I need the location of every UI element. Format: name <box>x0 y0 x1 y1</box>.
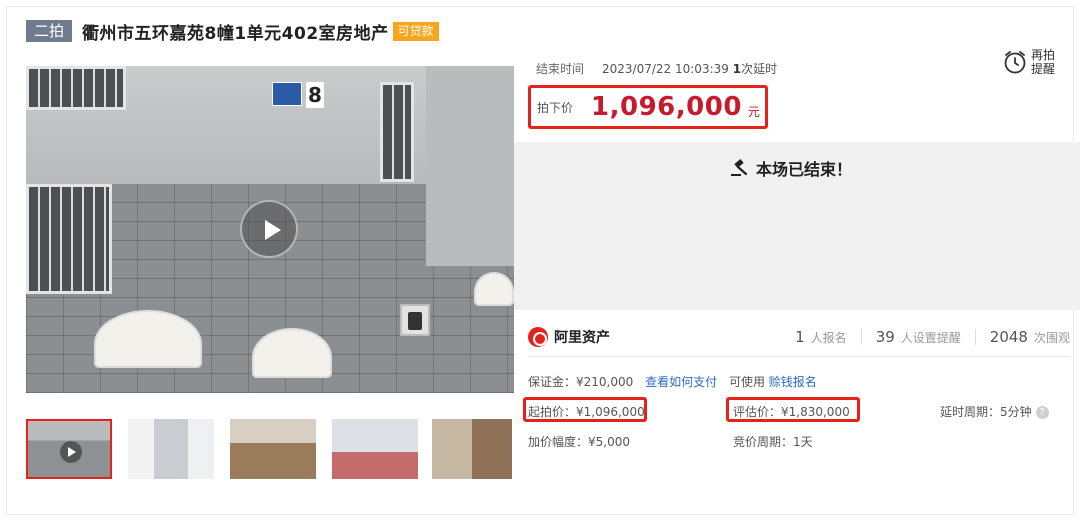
thumbnail-image[interactable] <box>128 419 214 479</box>
view-label: 次围观 <box>1033 330 1070 345</box>
thumbnail-video[interactable] <box>26 419 112 479</box>
start-price: 起拍价：¥1,096,000 <box>528 405 645 419</box>
ended-text: 本场已结束！ <box>756 160 853 179</box>
end-time-label: 结束时间 <box>536 62 585 76</box>
round-tag: 二拍 <box>26 20 73 42</box>
title-row: 二拍 衢州市五环嘉苑8幢1单元402室房地产 可贷款 <box>26 18 439 44</box>
delay-count: 1 <box>732 62 742 76</box>
ali-assets-logo-icon <box>528 327 548 347</box>
deposit: 保证金：¥210,000 <box>528 375 634 389</box>
brand-stats-row: 阿里资产 1 人报名 39 人设置提醒 2048 次围观 <box>528 324 1070 350</box>
stat-divider <box>974 329 976 345</box>
wall-sign <box>474 272 514 306</box>
play-video-icon[interactable] <box>240 200 298 258</box>
thumbnail-image[interactable] <box>230 419 316 479</box>
stat-divider <box>860 329 862 345</box>
end-time-value: 2023/07/22 10:03:39 <box>602 62 729 76</box>
delay-period-row: 延时周期：5分钟? <box>940 403 1049 420</box>
usable-label: 可使用 <box>728 375 765 389</box>
final-price-box: 拍下价 1,096,000 元 <box>528 85 768 129</box>
brand-name: 阿里资产 <box>554 330 610 346</box>
play-icon <box>60 441 82 463</box>
help-icon[interactable]: ? <box>1035 406 1049 419</box>
main-property-image[interactable]: 8 <box>26 66 514 393</box>
thumbnail-image[interactable] <box>432 419 512 479</box>
auction-status-area: 本场已结束！ <box>514 142 1080 310</box>
end-time-detail: 2023/07/22 10:03:39 1次延时 <box>602 60 777 77</box>
rebid-reminder-button[interactable]: 再拍提醒 <box>1003 48 1059 76</box>
final-price-label: 拍下价 <box>537 100 574 115</box>
increment: 加价幅度：¥5,000 <box>528 435 630 449</box>
window-top-right <box>380 82 414 182</box>
wall-sign <box>252 328 332 378</box>
final-price: 1,096,000 <box>591 92 742 122</box>
earn-signup-link[interactable]: 赊钱报名 <box>769 375 817 389</box>
divider <box>528 356 1070 357</box>
auction-ended-message: 本场已结束！ <box>730 156 852 180</box>
how-to-pay-link[interactable]: 查看如何支付 <box>645 375 717 389</box>
lot-title: 衢州市五环嘉苑8幢1单元402室房地产 <box>82 23 389 44</box>
gavel-icon <box>731 159 748 176</box>
loan-tag[interactable]: 可贷款 <box>392 21 439 41</box>
window-top-left <box>26 66 126 110</box>
house-number: 8 <box>306 82 324 108</box>
delay-label: 次延时 <box>741 62 778 76</box>
reminder-label: 再拍提醒 <box>1031 48 1056 76</box>
thumbnail-image[interactable] <box>332 419 418 479</box>
wall-sign <box>94 310 202 368</box>
end-time-row: 结束时间 2023/07/22 10:03:39 1次延时 <box>536 60 777 77</box>
reminder-count: 39 <box>875 328 895 346</box>
view-count: 2048 <box>989 328 1028 346</box>
appraisal-price: 评估价：¥1,830,000 <box>733 405 850 419</box>
alarm-clock-icon <box>1004 51 1026 74</box>
window-left <box>26 184 112 294</box>
stats: 1 人报名 39 人设置提醒 2048 次围观 <box>795 328 1070 346</box>
side-wall <box>426 66 514 266</box>
delay-period: 延时周期：5分钟 <box>940 405 1032 419</box>
deposit-row: 保证金：¥210,000 查看如何支付 可使用 赊钱报名 <box>528 373 817 390</box>
address-plate <box>272 82 302 106</box>
reminder-count-label: 人设置提醒 <box>900 330 961 345</box>
signup-label: 人报名 <box>810 330 847 345</box>
signup-count: 1 <box>795 328 805 346</box>
bid-period: 竞价周期：1天 <box>733 435 813 449</box>
price-unit: 元 <box>747 104 760 119</box>
ac-unit <box>400 304 430 336</box>
